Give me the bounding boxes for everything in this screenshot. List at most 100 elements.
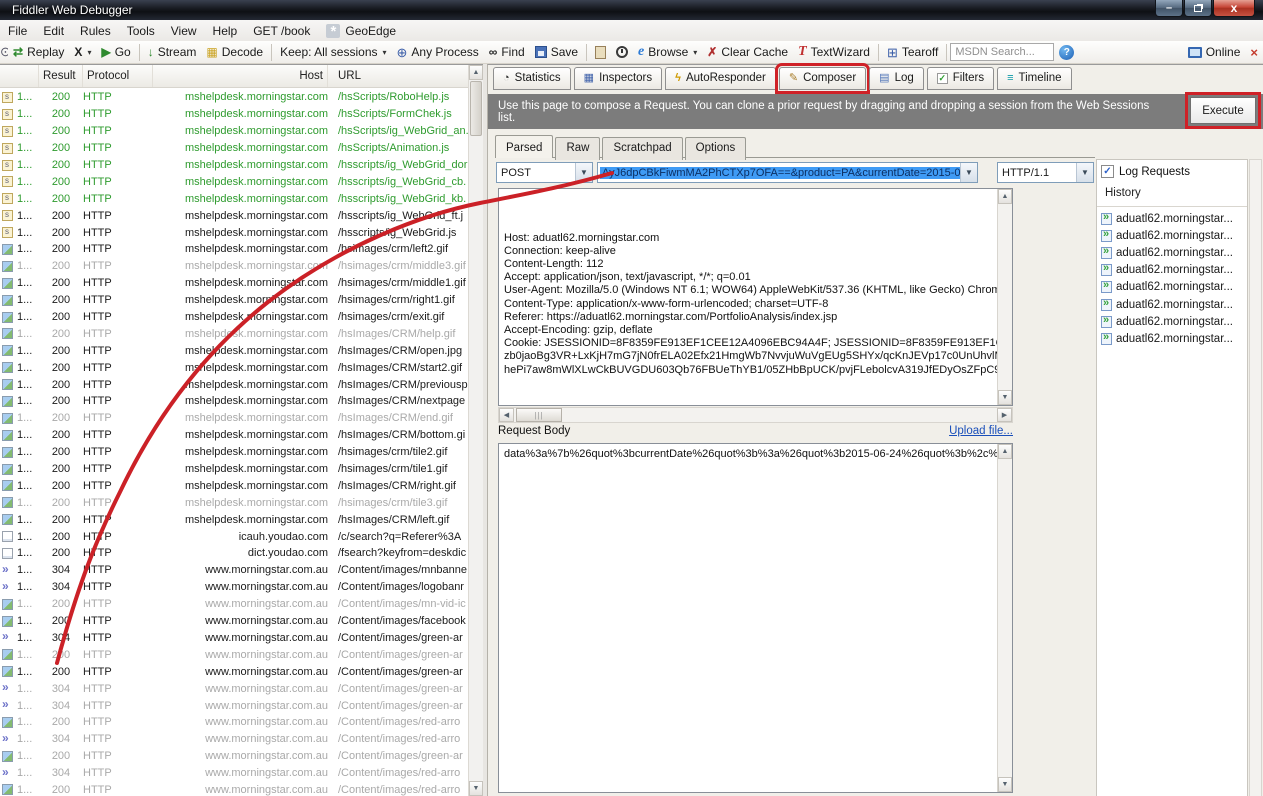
save-button[interactable]: Save xyxy=(530,43,583,61)
table-row[interactable]: 1... 200 HTTP mshelpdesk.morningstar.com… xyxy=(0,342,468,359)
column-header-host[interactable]: Host xyxy=(153,65,328,87)
session-list-scrollbar[interactable]: ▲ ▼ xyxy=(468,65,483,796)
main-tab[interactable]: Log xyxy=(869,67,924,90)
method-select[interactable]: POST ▼ xyxy=(496,162,593,183)
table-row[interactable]: 1... 200 HTTP mshelpdesk.morningstar.com… xyxy=(0,292,468,309)
composer-subtab[interactable]: Options xyxy=(684,137,747,160)
list-item[interactable]: aduatl62.morningstar... xyxy=(1097,227,1247,244)
main-tab[interactable]: Filters xyxy=(926,67,995,90)
table-row[interactable]: 1... 200 HTTP www.morningstar.com.au /Co… xyxy=(0,714,468,731)
table-row[interactable]: 1... 200 HTTP mshelpdesk.morningstar.com… xyxy=(0,477,468,494)
table-row[interactable]: 1... 200 HTTP mshelpdesk.morningstar.com… xyxy=(0,89,468,106)
list-item[interactable]: aduatl62.morningstar... xyxy=(1097,210,1247,227)
table-row[interactable]: 1... 200 HTTP mshelpdesk.morningstar.com… xyxy=(0,325,468,342)
table-row[interactable]: 1... 200 HTTP mshelpdesk.morningstar.com… xyxy=(0,190,468,207)
table-row[interactable]: 1... 304 HTTP www.morningstar.com.au /Co… xyxy=(0,562,468,579)
table-row[interactable]: 1... 200 HTTP icauh.youdao.com /c/search… xyxy=(0,528,468,545)
table-row[interactable]: 1... 200 HTTP mshelpdesk.morningstar.com… xyxy=(0,224,468,241)
request-body-textarea[interactable]: data%3a%7b%26quot%3bcurrentDate%26quot%3… xyxy=(498,443,1013,793)
clear-cache-button[interactable]: ✗ Clear Cache xyxy=(702,43,793,61)
table-row[interactable]: 1... 200 HTTP mshelpdesk.morningstar.com… xyxy=(0,410,468,427)
table-row[interactable]: 1... 200 HTTP mshelpdesk.morningstar.com… xyxy=(0,444,468,461)
composer-subtab[interactable]: Scratchpad xyxy=(602,137,683,160)
scroll-left-icon[interactable]: ◀ xyxy=(499,408,514,422)
main-tab[interactable]: Composer xyxy=(774,63,871,94)
go-button[interactable]: ▶ Go xyxy=(96,43,135,61)
scroll-up-icon[interactable]: ▲ xyxy=(469,65,483,80)
list-item[interactable]: aduatl62.morningstar... xyxy=(1097,313,1247,330)
chevron-down-icon[interactable]: ▼ xyxy=(575,163,592,182)
scroll-down-icon[interactable]: ▼ xyxy=(469,781,483,796)
table-row[interactable]: 1... 200 HTTP www.morningstar.com.au /Co… xyxy=(0,613,468,630)
table-row[interactable]: 1... 200 HTTP www.morningstar.com.au /Co… xyxy=(0,663,468,680)
menu-item[interactable]: Edit xyxy=(35,22,72,40)
main-tab[interactable]: Timeline xyxy=(997,67,1072,90)
stream-button[interactable]: ↓ Stream xyxy=(143,43,202,61)
menu-item[interactable]: File xyxy=(0,22,35,40)
url-input[interactable]: AyJ6dpCBkFiwmMA2PhCTXp7OFA==&product=PA&… xyxy=(597,162,978,183)
table-row[interactable]: 1... 200 HTTP mshelpdesk.morningstar.com… xyxy=(0,106,468,123)
replay-button[interactable]: ⇄ Replay xyxy=(8,43,69,61)
list-item[interactable]: aduatl62.morningstar... xyxy=(1097,244,1247,261)
scroll-down-icon[interactable]: ▼ xyxy=(998,777,1012,792)
main-tab[interactable]: AutoResponder xyxy=(665,67,776,90)
help-button[interactable]: ? xyxy=(1054,43,1079,62)
table-row[interactable]: 1... 200 HTTP mshelpdesk.morningstar.com… xyxy=(0,241,468,258)
table-row[interactable]: 1... 200 HTTP mshelpdesk.morningstar.com… xyxy=(0,461,468,478)
scroll-up-icon[interactable]: ▲ xyxy=(998,189,1012,204)
column-header-url[interactable]: URL xyxy=(328,65,483,87)
table-row[interactable]: 1... 200 HTTP mshelpdesk.morningstar.com… xyxy=(0,140,468,157)
headers-horizontal-scrollbar[interactable]: ◀ ||| ▶ xyxy=(498,407,1013,423)
table-row[interactable]: 1... 304 HTTP www.morningstar.com.au /Co… xyxy=(0,579,468,596)
list-item[interactable]: aduatl62.morningstar... xyxy=(1097,262,1247,279)
online-indicator[interactable]: Online xyxy=(1183,43,1246,61)
scroll-up-icon[interactable]: ▲ xyxy=(998,444,1012,459)
execute-button[interactable]: Execute xyxy=(1185,92,1261,129)
list-item[interactable]: aduatl62.morningstar... xyxy=(1097,296,1247,313)
http-version-select[interactable]: HTTP/1.1 ▼ xyxy=(997,162,1094,183)
menu-item[interactable]: Help xyxy=(205,22,246,40)
table-row[interactable]: 1... 200 HTTP mshelpdesk.morningstar.com… xyxy=(0,494,468,511)
composer-subtab[interactable]: Raw xyxy=(555,137,601,160)
scrollbar-thumb[interactable] xyxy=(470,81,482,136)
any-process-button[interactable]: ⊕ Any Process xyxy=(392,43,484,61)
chevron-down-icon[interactable]: ▼ xyxy=(1076,163,1093,182)
scroll-down-icon[interactable]: ▼ xyxy=(998,390,1012,405)
table-row[interactable]: 1... 304 HTTP www.morningstar.com.au /Co… xyxy=(0,680,468,697)
toolbar-close-button[interactable]: × xyxy=(1245,43,1263,62)
main-tab[interactable]: Inspectors xyxy=(573,67,663,90)
table-row[interactable]: 1... 200 HTTP mshelpdesk.morningstar.com… xyxy=(0,157,468,174)
menu-item[interactable]: Tools xyxy=(119,22,163,40)
table-row[interactable]: 1... 200 HTTP www.morningstar.com.au /Co… xyxy=(0,782,468,796)
table-row[interactable]: 1... 200 HTTP mshelpdesk.morningstar.com… xyxy=(0,393,468,410)
msdn-search-input[interactable] xyxy=(950,43,1055,61)
browse-button[interactable]: e Browse ▾ xyxy=(633,42,702,62)
table-row[interactable]: 1... 200 HTTP mshelpdesk.morningstar.com… xyxy=(0,123,468,140)
winconfig-icon[interactable]: ⊙ xyxy=(0,44,8,60)
request-headers-textarea[interactable]: Host: aduatl62.morningstar.com Connection… xyxy=(498,188,1013,406)
scroll-right-icon[interactable]: ▶ xyxy=(997,408,1012,422)
menu-item[interactable]: Rules xyxy=(72,22,119,40)
find-button[interactable]: ∞ Find xyxy=(484,43,530,61)
menu-item[interactable]: GeoEdge xyxy=(318,22,404,40)
table-row[interactable]: 1... 200 HTTP mshelpdesk.morningstar.com… xyxy=(0,207,468,224)
table-row[interactable]: 1... 200 HTTP mshelpdesk.morningstar.com… xyxy=(0,309,468,326)
column-header-number[interactable] xyxy=(0,65,39,87)
column-header-protocol[interactable]: Protocol xyxy=(83,65,153,87)
timer-button[interactable] xyxy=(611,44,633,60)
body-vertical-scrollbar[interactable]: ▲ ▼ xyxy=(997,444,1012,792)
main-tab[interactable]: Statistics xyxy=(493,67,571,90)
list-item[interactable]: aduatl62.morningstar... xyxy=(1097,279,1247,296)
composer-subtab[interactable]: Parsed xyxy=(495,135,554,158)
table-row[interactable]: 1... 200 HTTP mshelpdesk.morningstar.com… xyxy=(0,173,468,190)
remove-sessions-button[interactable]: X ▾ xyxy=(69,44,96,60)
screenshot-button[interactable] xyxy=(590,44,611,61)
tearoff-button[interactable]: ⊞ Tearoff xyxy=(882,43,943,61)
chevron-down-icon[interactable]: ▼ xyxy=(960,163,977,182)
column-header-result[interactable]: Result xyxy=(39,65,83,87)
headers-vertical-scrollbar[interactable]: ▲ ▼ xyxy=(997,189,1012,405)
menu-item[interactable]: GET /book xyxy=(245,22,318,40)
checkbox-checked-icon[interactable]: ✓ xyxy=(1101,165,1114,178)
decode-button[interactable]: ▦ Decode xyxy=(201,43,268,61)
table-row[interactable]: 1... 200 HTTP dict.youdao.com /fsearch?k… xyxy=(0,545,468,562)
